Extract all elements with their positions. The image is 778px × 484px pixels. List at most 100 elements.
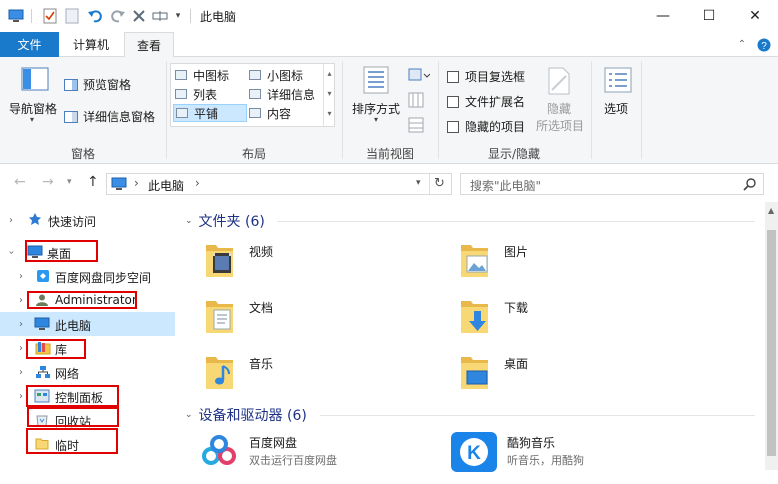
- search-input[interactable]: 搜索"此电脑": [470, 177, 541, 194]
- selected-items-label: 所选项目: [536, 119, 585, 133]
- tab-view[interactable]: 查看: [124, 32, 174, 58]
- chevron-right-icon[interactable]: ›: [19, 367, 23, 378]
- forward-icon[interactable]: →: [42, 174, 54, 190]
- separator: [190, 9, 191, 23]
- size-columns-icon[interactable]: [408, 117, 424, 133]
- navigation-pane: › 快速访问 › 桌面 › 百度网盘同步空间 › Administrator ›…: [0, 202, 175, 470]
- redo-icon[interactable]: [109, 6, 127, 26]
- folder-documents[interactable]: 文档: [203, 295, 423, 349]
- layout-tiles[interactable]: 平铺: [173, 104, 247, 122]
- undo-icon[interactable]: [86, 6, 104, 26]
- preview-pane-button[interactable]: 预览窗格: [64, 76, 131, 93]
- scroll-up-icon[interactable]: ▲: [768, 206, 774, 215]
- chevron-down-icon: ▾: [374, 115, 379, 124]
- content-icon: [249, 108, 261, 118]
- device-kugou-music[interactable]: K 酷狗音乐 听音乐，用酷狗: [451, 430, 691, 484]
- recent-locations-icon[interactable]: ▾: [67, 177, 72, 187]
- add-columns-icon[interactable]: [408, 92, 424, 108]
- tiles-icon: [176, 108, 188, 118]
- help-icon[interactable]: ?: [756, 32, 772, 57]
- chevron-down-icon[interactable]: ›: [6, 250, 17, 254]
- layout-list[interactable]: 列表: [175, 85, 247, 103]
- annotation-box: [25, 240, 98, 262]
- tab-computer[interactable]: 计算机: [62, 32, 120, 57]
- scrollbar-thumb[interactable]: [767, 230, 776, 456]
- details-pane-label: 详细信息窗格: [83, 110, 156, 124]
- network-icon: [35, 365, 50, 378]
- chevron-right-icon[interactable]: ›: [19, 391, 23, 402]
- address-row: ← → ▾ ↑ › 此电脑 › ▾ ↻ 搜索"此电脑": [0, 164, 778, 202]
- folder-pictures[interactable]: 图片: [458, 239, 678, 293]
- hidden-items-toggle[interactable]: 隐藏的项目: [447, 118, 525, 135]
- back-icon[interactable]: ←: [14, 174, 26, 190]
- ribbon: 导航窗格 ▾ 预览窗格 详细信息窗格 窗格 中图标 小图标 列表 详细信息 平铺…: [0, 57, 778, 164]
- minimize-button[interactable]: —: [640, 0, 686, 32]
- item-checkboxes-toggle[interactable]: 项目复选框: [447, 68, 525, 85]
- delete-icon[interactable]: [131, 6, 147, 26]
- music-folder-icon: [206, 357, 233, 389]
- up-icon[interactable]: ↑: [87, 174, 99, 190]
- close-button[interactable]: ✕: [732, 0, 778, 32]
- documents-folder-icon: [206, 301, 233, 333]
- customize-toolbar-icon[interactable]: ▾: [172, 6, 184, 26]
- group-label-current-view: 当前视图: [365, 147, 414, 161]
- address-bar[interactable]: › 此电脑 › ▾ ↻: [106, 173, 452, 195]
- search-icon[interactable]: [743, 177, 757, 194]
- nav-item-this-pc[interactable]: › 此电脑: [0, 312, 175, 336]
- breadcrumb-separator: ›: [195, 176, 200, 190]
- list-icon: [175, 89, 187, 99]
- tab-file[interactable]: 文件: [0, 32, 59, 57]
- details-pane-icon: [64, 110, 78, 123]
- breadcrumb-separator: ›: [134, 176, 139, 190]
- chevron-right-icon[interactable]: ›: [19, 271, 23, 282]
- maximize-button[interactable]: ☐: [686, 0, 732, 32]
- search-box[interactable]: 搜索"此电脑": [460, 173, 764, 195]
- devices-section-header[interactable]: ⌄ 设备和驱动器 (6): [185, 405, 307, 425]
- folders-section-header[interactable]: ⌄ 文件夹 (6): [185, 211, 265, 231]
- options-icon[interactable]: [604, 67, 632, 93]
- layout-content[interactable]: 内容: [249, 104, 321, 122]
- chevron-right-icon[interactable]: ›: [19, 343, 23, 354]
- collapse-ribbon-icon[interactable]: ⌃: [734, 32, 750, 57]
- group-by-icon[interactable]: [408, 68, 430, 82]
- vertical-scrollbar[interactable]: ▲: [765, 202, 778, 470]
- folder-desktop[interactable]: 桌面: [458, 351, 678, 405]
- sort-by-icon[interactable]: [362, 65, 390, 95]
- chevron-right-icon[interactable]: ›: [19, 295, 23, 306]
- medium-icons-icon: [175, 70, 187, 80]
- preview-pane-label: 预览窗格: [83, 78, 132, 92]
- file-extensions-toggle[interactable]: 文件扩展名: [447, 93, 525, 110]
- desktop-folder-icon: [461, 357, 488, 389]
- new-folder-icon[interactable]: [63, 6, 81, 26]
- nav-item-network[interactable]: › 网络: [0, 360, 175, 384]
- gallery-scroll[interactable]: ▴ ▾ ▾: [323, 64, 335, 126]
- folder-downloads[interactable]: 下载: [458, 295, 678, 349]
- separator: [641, 61, 642, 159]
- layout-medium-icons[interactable]: 中图标: [175, 66, 247, 84]
- refresh-icon[interactable]: ↻: [434, 176, 445, 191]
- computer-icon: [34, 317, 50, 330]
- chevron-right-icon[interactable]: ›: [9, 215, 13, 226]
- layout-details[interactable]: 详细信息: [249, 85, 321, 103]
- chevron-right-icon[interactable]: ›: [19, 319, 23, 330]
- properties-icon[interactable]: [40, 6, 60, 26]
- folder-music[interactable]: 音乐: [203, 351, 423, 405]
- device-baidu-netdisk[interactable]: 百度网盘 双击运行百度网盘: [199, 430, 439, 484]
- annotation-box: [27, 407, 119, 427]
- options-button[interactable]: 选项: [604, 100, 628, 117]
- downloads-folder-icon: [461, 301, 488, 333]
- address-dropdown-icon[interactable]: ▾: [416, 178, 421, 188]
- nav-item-baidu-sync[interactable]: › 百度网盘同步空间: [0, 264, 175, 288]
- svg-text:K: K: [467, 443, 481, 464]
- breadcrumb-this-pc[interactable]: 此电脑: [148, 177, 184, 194]
- checkbox: [447, 120, 459, 133]
- nav-item-quick-access[interactable]: › 快速访问: [0, 208, 175, 232]
- small-icons-icon: [249, 70, 261, 80]
- folder-videos[interactable]: 视频: [203, 239, 423, 293]
- details-pane-button[interactable]: 详细信息窗格: [64, 108, 155, 125]
- computer-icon[interactable]: [6, 6, 26, 26]
- hide-selected-icon: [547, 66, 571, 96]
- navigation-pane-icon[interactable]: [20, 67, 50, 91]
- rename-icon[interactable]: [151, 6, 169, 26]
- layout-small-icons[interactable]: 小图标: [249, 66, 321, 84]
